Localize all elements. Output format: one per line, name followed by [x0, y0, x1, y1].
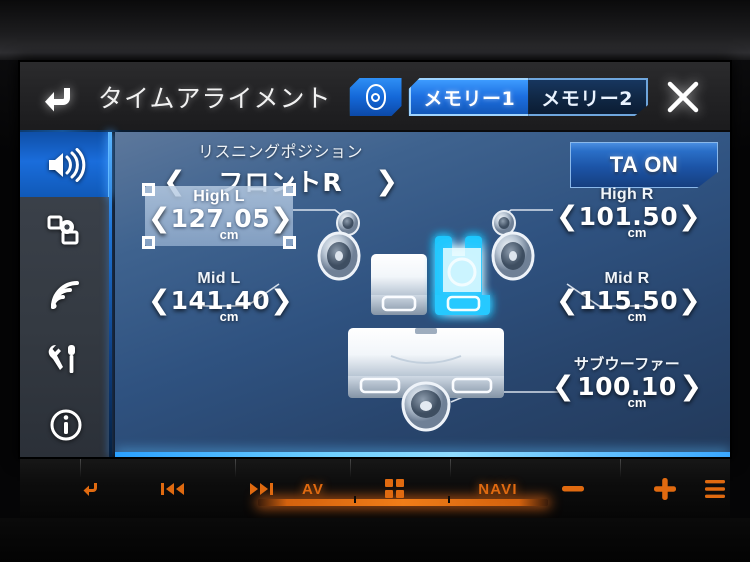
ta-on-label: TA ON [609, 152, 679, 177]
hw-prev-track-button[interactable] [150, 459, 196, 519]
grid-icon [385, 479, 404, 498]
mid-left-graphic [317, 231, 361, 281]
hw-av-label: AV [301, 480, 325, 498]
menu-lines-icon [705, 480, 725, 498]
time-alignment-panel: リスニングポジション ❮ フロントR ❯ TA ON High L ❮ 127.… [115, 132, 730, 457]
sidebar-item-sources[interactable] [20, 197, 112, 262]
subwoofer-graphic [401, 381, 451, 432]
info-icon [50, 409, 82, 440]
listening-position-label: リスニングポジション [197, 142, 363, 161]
value-mid-left-increment[interactable]: ❯ [270, 287, 293, 314]
value-mid-right-increment[interactable]: ❯ [678, 287, 701, 314]
selection-bracket-bl [142, 236, 155, 249]
value-high-right[interactable]: High R ❮ 101.50 ❯ cm [553, 186, 701, 240]
sidebar-item-wireless[interactable] [20, 262, 112, 327]
speaker-volume-icon [49, 147, 86, 182]
selection-bracket-tl [142, 183, 155, 196]
sources-icon [47, 215, 79, 244]
hw-av-button[interactable]: AV [268, 459, 358, 519]
value-mid-left-decrement[interactable]: ❮ [148, 287, 171, 314]
tab-memory-2-label: メモリー2 [541, 87, 633, 110]
minus-icon [562, 486, 584, 492]
tweeter-right-graphic [492, 210, 516, 236]
speaker-cone-shape [365, 84, 386, 110]
tab-memory-1-label: メモリー1 [423, 87, 516, 110]
value-mid-left[interactable]: Mid L ❮ 141.40 ❯ cm [145, 270, 293, 324]
car-interior-graphic [317, 210, 535, 432]
dashboard-bezel: タイムアライメント メモリー1 メモリー2 リスニングポジション ❮ フロントR… [0, 0, 750, 562]
value-high-left-increment[interactable]: ❯ [270, 205, 293, 232]
tools-icon [48, 344, 75, 373]
sidebar [20, 132, 112, 457]
front-left-seat [371, 254, 427, 315]
value-high-left[interactable]: High L ❮ 127.05 ❯ cm [142, 183, 296, 249]
value-high-right-decrement[interactable]: ❮ [556, 203, 579, 230]
mid-right-graphic [491, 231, 535, 281]
back-arrow-icon[interactable] [20, 62, 98, 132]
value-high-left-decrement[interactable]: ❮ [148, 205, 171, 232]
content-area: リスニングポジション ❮ フロントR ❯ TA ON High L ❮ 127.… [20, 132, 730, 457]
page-title: タイムアライメント [98, 84, 332, 113]
value-subwoofer[interactable]: サブウーファー ❮ 100.10 ❯ cm [549, 353, 705, 410]
wireless-signal-icon [51, 280, 79, 309]
value-high-right-increment[interactable]: ❯ [678, 203, 701, 230]
value-mid-right-decrement[interactable]: ❮ [556, 287, 579, 314]
selection-bracket-tr [283, 183, 296, 196]
speaker-diagram: High L ❮ 127.05 ❯ cm Mid L ❮ 141.40 ❯ cm… [142, 183, 705, 446]
front-right-seat [435, 236, 490, 315]
head-unit-screen: タイムアライメント メモリー1 メモリー2 リスニングポジション ❮ フロントR… [20, 62, 730, 457]
hw-navi-button[interactable]: NAVI [450, 459, 546, 519]
tweeter-left-graphic [336, 210, 360, 236]
sidebar-item-info[interactable] [20, 392, 112, 457]
tab-memory-2[interactable]: メモリー2 [528, 78, 648, 116]
tab-memory-1[interactable]: メモリー1 [408, 78, 529, 116]
hw-back-button[interactable] [68, 459, 114, 519]
back-arrow-icon [83, 483, 97, 496]
sidebar-item-audio[interactable] [20, 132, 112, 197]
hardware-button-bar: AV NAVI [20, 459, 730, 519]
sidebar-item-settings[interactable] [20, 327, 112, 392]
memory-tab-group: メモリー1 メモリー2 [408, 78, 648, 116]
prev-track-icon [161, 483, 184, 495]
value-mid-right[interactable]: Mid R ❮ 115.50 ❯ cm [553, 270, 701, 324]
hw-home-button[interactable] [365, 459, 425, 519]
value-subwoofer-decrement[interactable]: ❮ [552, 373, 575, 400]
title-bar: タイムアライメント メモリー1 メモリー2 [20, 62, 730, 132]
hw-navi-label: NAVI [478, 480, 518, 498]
hw-volume-down-button[interactable] [548, 459, 598, 519]
plus-icon [654, 478, 676, 500]
close-icon[interactable] [648, 62, 718, 132]
selection-bracket-br [283, 236, 296, 249]
ta-on-button[interactable]: TA ON [570, 142, 718, 188]
speaker-config-icon[interactable] [349, 78, 402, 116]
hw-menu-button[interactable] [692, 459, 738, 519]
value-subwoofer-increment[interactable]: ❯ [679, 373, 702, 400]
hw-volume-up-button[interactable] [640, 459, 690, 519]
value-subwoofer-number: 100.10 [577, 372, 677, 401]
